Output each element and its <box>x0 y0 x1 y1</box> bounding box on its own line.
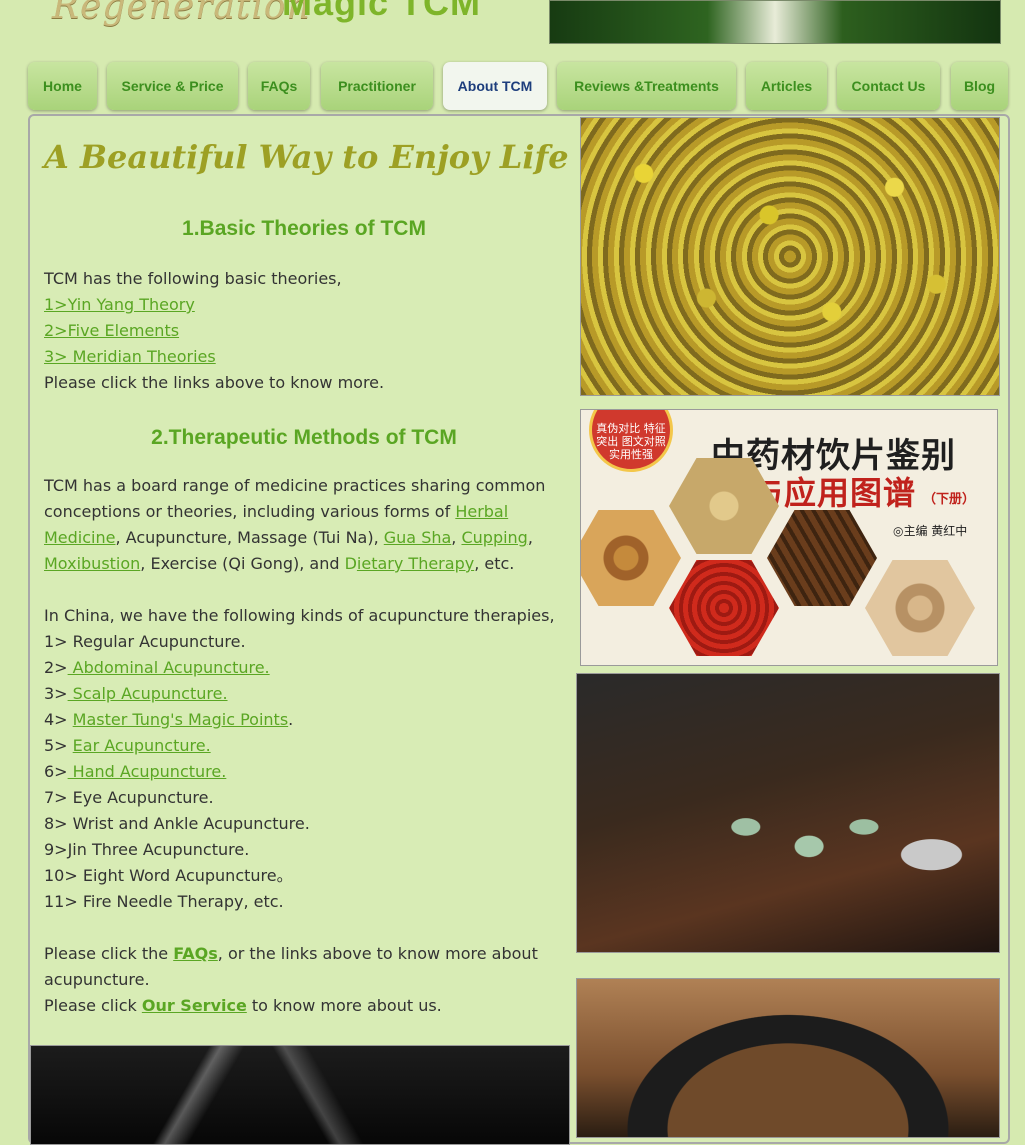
nav-blog[interactable]: Blog <box>951 62 1008 110</box>
basic-theories-intro: TCM has the following basic theories, <box>44 269 342 288</box>
page-title: A Beautiful Way to Enjoy Life <box>44 138 569 176</box>
acupuncture-list: 1> Regular Acupuncture. 2> Abdominal Acup… <box>44 629 554 915</box>
link-our-service[interactable]: Our Service <box>142 996 247 1015</box>
herbal-soup-photo[interactable] <box>576 978 1000 1138</box>
acupuncture-item-link[interactable]: Master Tung's Magic Points <box>73 710 288 729</box>
links-instruction-suffix: to know more. <box>263 373 385 392</box>
link-yin-yang-theory[interactable]: 1>Yin Yang Theory <box>44 295 195 314</box>
acupuncture-item-text: 1> Regular Acupuncture. <box>44 632 246 651</box>
book-badge: 真伪对比 特征突出 图文对照 实用性强 <box>589 410 673 472</box>
acupuncture-item-link[interactable]: Ear Acupuncture. <box>73 736 211 755</box>
acupuncture-list-item: 3> Scalp Acupuncture. <box>44 681 554 707</box>
links-instruction-text: Please click the links above <box>44 373 264 392</box>
text-segment: Please click <box>44 996 142 1015</box>
brand-script-logo: Regeneration <box>52 0 311 27</box>
text-segment: , etc. <box>474 554 515 573</box>
acupuncture-item-text: 7> Eye Acupuncture. <box>44 788 214 807</box>
text-segment: D <box>344 554 357 573</box>
acupuncture-item-text: 5> <box>44 736 73 755</box>
acupuncture-intro: In China, we have the following kinds of… <box>44 606 555 625</box>
link-gua-sha[interactable]: Gua Sha <box>384 528 452 547</box>
faq-instruction: Please click the FAQs, or the links abov… <box>44 941 554 993</box>
acupuncture-list-item: 2> Abdominal Acupuncture. <box>44 655 554 681</box>
acupuncture-item-text: 6> <box>44 762 68 781</box>
incense-smoke-photo[interactable] <box>30 1045 570 1145</box>
service-instruction: Please click Our Service to know more ab… <box>44 993 554 1019</box>
link-cupping[interactable]: Cupping <box>461 528 527 547</box>
nav-contact-us[interactable]: Contact Us <box>837 62 940 110</box>
acupuncture-list-item: 4> Master Tung's Magic Points. <box>44 707 554 733</box>
acupuncture-item-text: 9>Jin Three Acupuncture. <box>44 840 250 859</box>
text-segment: , <box>451 528 462 547</box>
section-heading-therapeutic-methods: 2.Therapeutic Methods of TCM <box>151 426 457 449</box>
acupuncture-item-text: 11> Fire Needle Therapy, etc. <box>44 892 284 911</box>
chrysanthemum-tea-photo[interactable] <box>580 117 1000 396</box>
herb-hex-image <box>767 510 877 606</box>
link-moxibustion[interactable]: Moxibustion <box>44 554 140 573</box>
link-dietary-therapy[interactable]: ietary Therapy <box>357 554 474 573</box>
acupuncture-item-text: 10> Eight Word Acupuncture。 <box>44 866 293 885</box>
acupuncture-list-item: 10> Eight Word Acupuncture。 <box>44 863 554 889</box>
acupuncture-item-text: 8> Wrist and Ankle Acupuncture. <box>44 814 310 833</box>
link-five-elements[interactable]: 2>Five Elements <box>44 321 179 340</box>
nav-service-price[interactable]: Service & Price <box>107 62 238 110</box>
acupuncture-item-suffix: . <box>288 710 294 729</box>
acupuncture-item-link[interactable]: Abdominal Acupuncture. <box>68 658 270 677</box>
nav-articles[interactable]: Articles <box>746 62 827 110</box>
book-editor: ◎主编 黄红中 <box>893 524 968 538</box>
herb-hex-image <box>865 560 975 656</box>
nav-faqs[interactable]: FAQs <box>248 62 310 110</box>
herb-hex-image <box>581 510 681 606</box>
acupuncture-list-item: 1> Regular Acupuncture. <box>44 629 554 655</box>
nav-about-tcm[interactable]: About TCM <box>443 62 547 110</box>
nav-reviews-treatments[interactable]: Reviews &Treatments <box>557 62 736 110</box>
link-faqs[interactable]: FAQs <box>173 944 218 963</box>
book-volume: （下册） <box>923 492 976 507</box>
therapeutic-methods-paragraph: TCM has a board range of medicine practi… <box>44 473 554 577</box>
acupuncture-list-item: 9>Jin Three Acupuncture. <box>44 837 554 863</box>
acupuncture-item-text: 3> <box>44 684 68 703</box>
text-segment: , <box>527 528 533 547</box>
acupuncture-list-item: 6> Hand Acupuncture. <box>44 759 554 785</box>
text-segment: to know more about us. <box>246 996 442 1015</box>
text-segment: , Acupuncture, Massage (Tui Na), <box>115 528 384 547</box>
basic-theories-block: TCM has the following basic theories, 1>… <box>44 266 554 396</box>
text-segment: Please click the <box>44 944 174 963</box>
herb-book-cover-photo[interactable]: 真伪对比 特征突出 图文对照 实用性强 中药材饮片鉴别 与应用图谱 （下册） ◎… <box>580 409 998 666</box>
link-meridian-theories[interactable]: 3> Meridian Theories <box>44 347 216 366</box>
therapeutic-methods-block: TCM has a board range of medicine practi… <box>44 473 555 1019</box>
section-heading-basic-theories: 1.Basic Theories of TCM <box>182 217 426 240</box>
acupuncture-item-link[interactable]: Hand Acupuncture. <box>68 762 227 781</box>
nav-home[interactable]: Home <box>28 62 97 110</box>
acupuncture-item-text: 2> <box>44 658 68 677</box>
acupuncture-list-item: 5> Ear Acupuncture. <box>44 733 554 759</box>
tea-set-photo[interactable] <box>576 673 1000 953</box>
acupuncture-item-text: 4> <box>44 710 73 729</box>
header-banner-image <box>549 0 1001 44</box>
acupuncture-item-link[interactable]: Scalp Acupuncture. <box>68 684 228 703</box>
nav-practitioner[interactable]: Practitioner <box>321 62 433 110</box>
acupuncture-list-item: 8> Wrist and Ankle Acupuncture. <box>44 811 554 837</box>
herb-hex-image <box>669 560 779 656</box>
text-segment: , Exercise (Qi Gong), and <box>140 554 345 573</box>
acupuncture-list-item: 11> Fire Needle Therapy, etc. <box>44 889 554 915</box>
acupuncture-list-item: 7> Eye Acupuncture. <box>44 785 554 811</box>
brand-logo-text[interactable]: Magic TCM <box>282 0 481 24</box>
